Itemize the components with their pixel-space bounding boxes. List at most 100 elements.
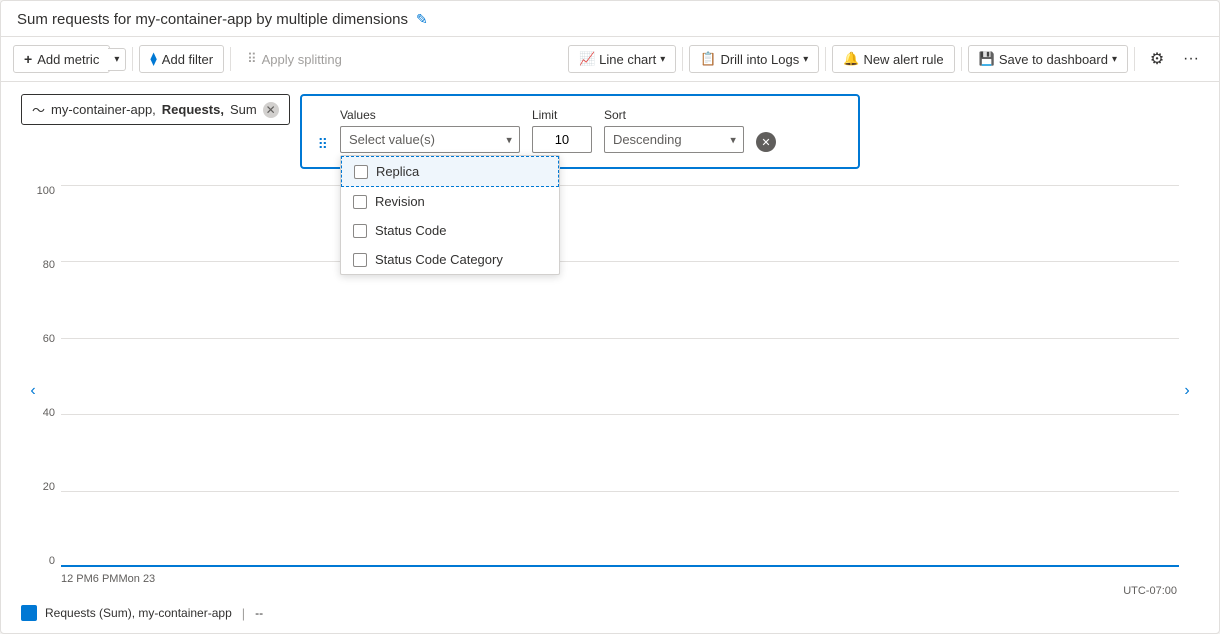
toolbar-divider-6 [1134, 47, 1135, 71]
status-code-category-checkbox[interactable] [353, 253, 367, 267]
apply-splitting-label: Apply splitting [262, 52, 342, 67]
dropdown-item-replica[interactable]: Replica [341, 156, 559, 187]
ellipsis-icon: ··· [1183, 50, 1199, 68]
chart-plot [61, 185, 1179, 567]
splitting-icon: ⠿ [247, 51, 257, 67]
save-to-dashboard-label: Save to dashboard [999, 52, 1108, 67]
replica-label: Replica [376, 164, 419, 179]
gear-icon: ⚙ [1150, 49, 1164, 69]
sort-label: Sort [604, 108, 744, 122]
metric-tag-close-button[interactable]: ✕ [263, 102, 279, 118]
x-label-6pm: 6 PM [93, 573, 119, 585]
page-title: Sum requests for my-container-app by mul… [17, 11, 408, 28]
grid-line-4 [61, 414, 1179, 415]
y-label-60: 60 [43, 333, 55, 345]
metric-sparkline-icon: 〜 [32, 100, 45, 119]
chart-area: 〜 my-container-app, Requests, Sum ✕ ⠿ Va… [1, 82, 1219, 633]
add-metric-label: Add metric [37, 52, 99, 67]
toolbar-divider-1 [132, 47, 133, 71]
drill-into-logs-button[interactable]: 📋 Drill into Logs ▾ [689, 45, 819, 73]
splitting-panel-close-button[interactable]: ✕ [756, 132, 776, 152]
add-filter-label: Add filter [162, 52, 213, 67]
zero-line [61, 565, 1179, 567]
add-filter-button[interactable]: ⧫ Add filter [139, 45, 224, 73]
y-label-100: 100 [37, 185, 55, 197]
filter-icon: ⧫ [150, 51, 156, 67]
sort-select-wrapper: Descending ▾ [604, 126, 744, 153]
title-bar: Sum requests for my-container-app by mul… [1, 1, 1219, 37]
dropdown-item-status-code-category[interactable]: Status Code Category [341, 245, 559, 274]
grid-line-3 [61, 338, 1179, 339]
toolbar-divider-2 [230, 47, 231, 71]
legend-text: Requests (Sum), my-container-app [45, 606, 232, 620]
sort-select[interactable]: Descending [604, 126, 744, 153]
values-label: Values [340, 108, 520, 122]
plus-icon: + [24, 51, 32, 67]
values-select-wrapper: Select value(s) ▾ Replica [340, 126, 520, 153]
dropdown-item-revision[interactable]: Revision [341, 187, 559, 216]
settings-button[interactable]: ⚙ [1141, 43, 1173, 75]
metric-name: Requests, [162, 102, 224, 117]
utc-label: UTC-07:00 [1123, 585, 1177, 597]
main-window: Sum requests for my-container-app by mul… [0, 0, 1220, 634]
legend-swatch [21, 605, 37, 621]
chart-canvas: ‹ › 100 80 60 40 20 0 [21, 185, 1199, 597]
x-label-12pm: 12 PM [61, 573, 93, 585]
more-options-button[interactable]: ··· [1175, 43, 1207, 75]
splitting-panel: ⠿ Values Select value(s) ▾ [300, 94, 860, 169]
grid-line-2 [61, 261, 1179, 262]
drill-into-logs-label: Drill into Logs [720, 52, 799, 67]
toolbar-divider-5 [961, 47, 962, 71]
apply-splitting-button[interactable]: ⠿ Apply splitting [237, 46, 352, 72]
toolbar: + Add metric ▾ ⧫ Add filter ⠿ Apply spli… [1, 37, 1219, 82]
values-select[interactable]: Select value(s) [340, 126, 520, 153]
metric-tag: 〜 my-container-app, Requests, Sum ✕ [21, 94, 290, 125]
save-icon: 💾 [979, 51, 995, 67]
metric-controls: 〜 my-container-app, Requests, Sum ✕ ⠿ Va… [21, 94, 1199, 169]
chevron-down-icon: ▾ [114, 54, 119, 65]
y-label-20: 20 [43, 481, 55, 493]
values-field-group: Values Select value(s) ▾ Replica [340, 108, 520, 153]
limit-input[interactable]: 10 [532, 126, 592, 153]
line-chart-label: Line chart [599, 52, 656, 67]
legend-value: -- [255, 606, 263, 620]
line-chart-icon: 📈 [579, 51, 595, 67]
drag-handle-icon[interactable]: ⠿ [318, 136, 328, 153]
status-code-category-label: Status Code Category [375, 252, 503, 267]
limit-field-group: Limit 10 [532, 108, 592, 153]
metric-prefix: my-container-app, [51, 102, 156, 117]
values-dropdown: Replica Revision Status Code [340, 155, 560, 275]
revision-label: Revision [375, 194, 425, 209]
status-code-label: Status Code [375, 223, 447, 238]
legend-bar: Requests (Sum), my-container-app | -- [21, 597, 1199, 633]
grid-line-1 [61, 185, 1179, 186]
legend-separator: | [242, 606, 245, 621]
new-alert-rule-button[interactable]: 🔔 New alert rule [832, 45, 954, 73]
edit-title-icon[interactable]: ✎ [416, 11, 428, 28]
add-metric-button[interactable]: + Add metric [13, 45, 110, 73]
y-axis: 100 80 60 40 20 0 [21, 185, 61, 567]
dropdown-item-status-code[interactable]: Status Code [341, 216, 559, 245]
splitting-row: ⠿ Values Select value(s) ▾ [318, 108, 842, 153]
sort-field-group: Sort Descending ▾ [604, 108, 744, 153]
status-code-checkbox[interactable] [353, 224, 367, 238]
logs-icon: 📋 [700, 51, 716, 67]
alert-icon: 🔔 [843, 51, 859, 67]
save-chevron: ▾ [1112, 54, 1117, 65]
y-label-0: 0 [49, 555, 55, 567]
new-alert-rule-label: New alert rule [863, 52, 943, 67]
replica-checkbox[interactable] [354, 165, 368, 179]
limit-label: Limit [532, 108, 592, 122]
metric-suffix: Sum [230, 102, 257, 117]
save-to-dashboard-button[interactable]: 💾 Save to dashboard ▾ [968, 45, 1128, 73]
x-label-mon23: Mon 23 [118, 573, 155, 585]
grid-line-5 [61, 491, 1179, 492]
line-chart-button[interactable]: 📈 Line chart ▾ [568, 45, 676, 73]
revision-checkbox[interactable] [353, 195, 367, 209]
toolbar-divider-4 [825, 47, 826, 71]
line-chart-chevron: ▾ [660, 54, 665, 65]
y-label-40: 40 [43, 407, 55, 419]
drill-logs-chevron: ▾ [803, 54, 808, 65]
add-metric-dropdown-button[interactable]: ▾ [108, 48, 126, 71]
toolbar-divider-3 [682, 47, 683, 71]
